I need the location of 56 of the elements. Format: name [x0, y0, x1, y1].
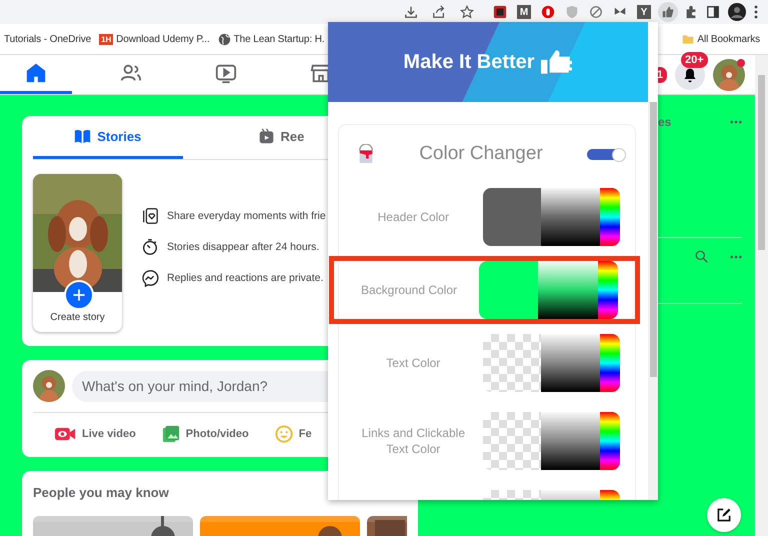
scrollbar[interactable] — [755, 55, 768, 536]
section-heading: es — [658, 115, 672, 129]
video-camera-icon — [55, 427, 76, 441]
toggle-switch[interactable] — [587, 148, 625, 160]
setting-label: Header Color — [378, 210, 449, 224]
color-picker[interactable] — [482, 188, 620, 246]
video-icon — [215, 62, 237, 84]
story-tip-text: Replies and reactions are private. — [167, 272, 324, 284]
create-story-card[interactable]: Create story — [33, 174, 122, 332]
extension-button[interactable]: Y — [634, 2, 654, 22]
create-story-label: Create story — [50, 312, 105, 323]
book-icon — [74, 128, 92, 144]
popup-title: Make It Better — [403, 50, 535, 74]
star-icon[interactable] — [458, 3, 476, 21]
new-message-button[interactable] — [707, 498, 741, 532]
more-icon[interactable] — [730, 254, 742, 258]
menu-icon[interactable] — [752, 3, 760, 21]
color-picker[interactable] — [482, 412, 620, 470]
globe-icon — [218, 32, 231, 46]
status-dot-icon — [737, 58, 745, 66]
plus-icon[interactable] — [64, 280, 94, 310]
bell-icon — [682, 66, 698, 82]
color-picker[interactable] — [479, 261, 618, 319]
photo-icon — [162, 425, 180, 443]
paint-bucket-icon — [357, 144, 375, 164]
profile-avatar[interactable] — [726, 1, 748, 23]
bookmark-folder[interactable]: All Bookmarks — [682, 32, 760, 46]
stopwatch-icon — [141, 238, 159, 256]
edit-icon — [716, 507, 732, 523]
setting-label: Text Color — [386, 356, 440, 370]
color-picker[interactable] — [482, 334, 620, 392]
story-tip-text: Share everyday moments with frie — [167, 210, 326, 222]
scrollbar[interactable] — [648, 102, 658, 500]
setting-label: Links and Clickable Text Color — [362, 426, 465, 456]
bookmark-link[interactable]: The Lean Startup: H. — [218, 32, 325, 46]
setting-label: Background Color — [360, 283, 458, 297]
more-icon[interactable] — [730, 120, 742, 124]
smiley-icon — [274, 425, 293, 443]
cards-icon — [141, 207, 159, 225]
section-title: People you may know — [33, 485, 170, 500]
stories-tab[interactable]: Ree — [182, 116, 407, 159]
story-tip-text: Stories disappear after 24 hours. — [167, 241, 320, 253]
card-title: Color Changer — [418, 143, 544, 165]
post-action-button[interactable]: Photo/video — [162, 425, 249, 443]
video-clip-icon — [258, 128, 274, 144]
bookmark-link[interactable]: Tutorials - OneDrive — [4, 32, 92, 46]
post-action-button[interactable]: Fe — [274, 425, 312, 443]
home-icon — [25, 62, 47, 84]
chat-bubble-icon — [141, 269, 159, 287]
post-action-button[interactable]: Live video — [55, 425, 136, 443]
bookmark-link[interactable]: 1H Download Udemy P... — [99, 32, 210, 46]
thumbs-up-icon — [540, 48, 573, 76]
search-icon[interactable] — [695, 250, 708, 263]
stories-tab[interactable]: Stories — [33, 116, 182, 159]
side-panel-icon[interactable] — [704, 3, 722, 21]
extension-button[interactable]: M — [514, 2, 534, 22]
